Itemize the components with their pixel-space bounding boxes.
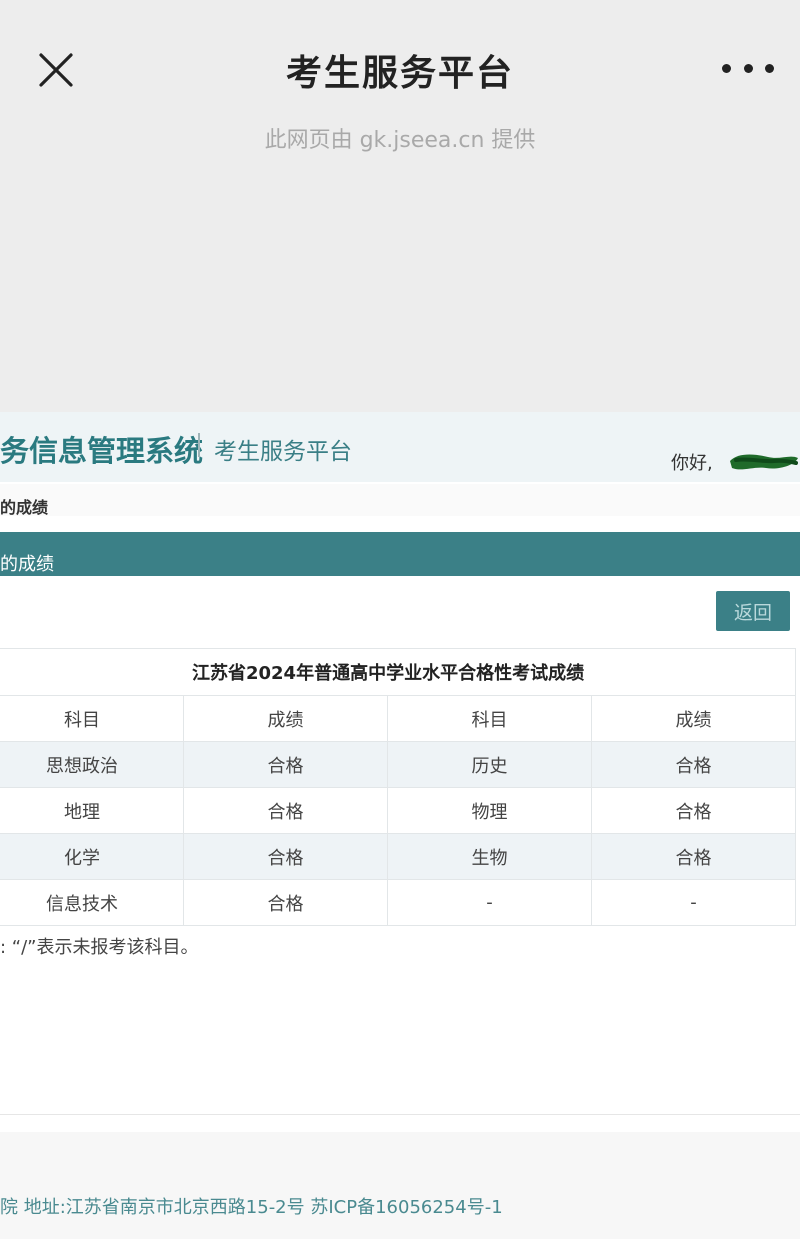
section-header-bar xyxy=(0,532,800,576)
subject-cell: 物理 xyxy=(387,787,592,834)
score-cell: 合格 xyxy=(183,879,388,926)
table-row: 地理 合格 物理 合格 xyxy=(0,787,797,834)
section-header-title: 的成绩 xyxy=(0,554,54,575)
system-subtitle: 考生服务平台 xyxy=(214,439,352,465)
subject-cell: 历史 xyxy=(387,741,592,788)
column-header-score: 成绩 xyxy=(183,695,388,742)
score-cell: 合格 xyxy=(183,741,388,788)
page-source-text: 此网页由 gk.jseea.cn 提供 xyxy=(264,128,536,153)
column-header-score: 成绩 xyxy=(590,695,797,742)
column-header-subject: 科目 xyxy=(0,695,184,742)
subject-cell: 生物 xyxy=(387,833,592,880)
score-cell: 合格 xyxy=(590,833,797,880)
table-caption-row: 江苏省2024年普通高中学业水平合格性考试成绩 xyxy=(0,648,797,696)
column-header-subject: 科目 xyxy=(387,695,592,742)
subject-cell: 信息技术 xyxy=(0,879,184,926)
table-header-row: 科目 成绩 科目 成绩 xyxy=(0,695,797,742)
page-title: 考生服务平台 xyxy=(285,53,514,94)
subject-cell: 化学 xyxy=(0,833,184,880)
score-cell: 合格 xyxy=(590,787,797,834)
score-table: 江苏省2024年普通高中学业水平合格性考试成绩 科目 成绩 科目 成绩 思想政治… xyxy=(0,648,797,926)
subject-cell: - xyxy=(387,879,592,926)
footer-text: 院 地址:江苏省南京市北京西路15-2号 苏ICP备16056254号-1 xyxy=(0,1197,503,1218)
header-divider xyxy=(198,433,200,457)
footer xyxy=(0,1132,800,1239)
table-row: 化学 合格 生物 合格 xyxy=(0,833,797,880)
table-note: : “/”表示未报考该科目。 xyxy=(0,937,199,958)
score-cell: 合格 xyxy=(590,741,797,788)
system-title: 务信息管理系统 xyxy=(0,434,204,468)
score-cell: - xyxy=(590,879,797,926)
breadcrumb: 的成绩 xyxy=(0,498,49,517)
subject-cell: 地理 xyxy=(0,787,184,834)
more-options-icon[interactable] xyxy=(722,56,774,80)
breadcrumb-row xyxy=(0,484,800,516)
table-row: 信息技术 合格 - - xyxy=(0,879,797,926)
footer-divider xyxy=(0,1114,800,1115)
back-button[interactable]: 返回 xyxy=(716,591,790,631)
score-cell: 合格 xyxy=(183,787,388,834)
score-cell: 合格 xyxy=(183,833,388,880)
redacted-username-mark xyxy=(728,448,800,474)
table-caption: 江苏省2024年普通高中学业水平合格性考试成绩 xyxy=(0,648,797,696)
table-row: 思想政治 合格 历史 合格 xyxy=(0,741,797,788)
subject-cell: 思想政治 xyxy=(0,741,184,788)
user-greeting: 你好, xyxy=(671,453,713,474)
